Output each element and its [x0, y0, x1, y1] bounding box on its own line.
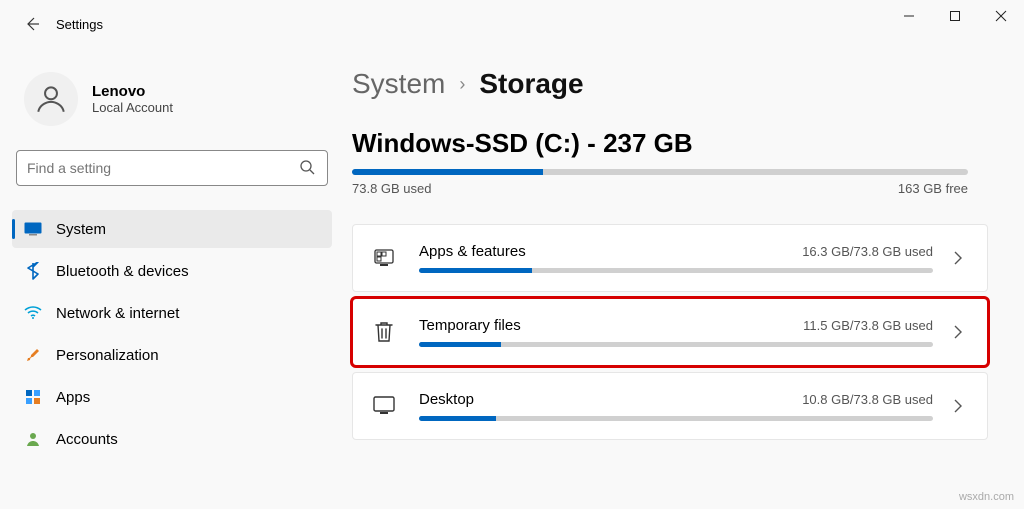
back-button[interactable]	[16, 8, 48, 40]
card-title: Desktop	[419, 391, 474, 408]
sidebar-item-label: Apps	[56, 389, 90, 406]
drive-usage-fill	[352, 169, 543, 175]
search-input[interactable]	[27, 160, 299, 176]
bluetooth-icon	[24, 262, 42, 280]
drive-title: Windows-SSD (C:) - 237 GB	[352, 128, 1000, 159]
sidebar-item-label: Network & internet	[56, 305, 179, 322]
chevron-right-icon: ›	[459, 74, 465, 95]
card-bar	[419, 342, 933, 347]
card-bar	[419, 268, 933, 273]
card-size: 11.5 GB/73.8 GB used	[803, 318, 933, 333]
avatar	[24, 72, 78, 126]
brush-icon	[24, 346, 42, 364]
sidebar: Lenovo Local Account System Bluetooth & …	[0, 48, 344, 509]
drive-usage-bar	[352, 169, 968, 175]
storage-categories: Apps & features 16.3 GB/73.8 GB used Tempo…	[352, 224, 988, 440]
user-name: Lenovo	[92, 83, 173, 100]
sidebar-item-label: Accounts	[56, 431, 118, 448]
drive-free-label: 163 GB free	[898, 181, 968, 196]
storage-card-temporary-files[interactable]: Temporary files 11.5 GB/73.8 GB used	[352, 298, 988, 366]
sidebar-item-label: System	[56, 221, 106, 238]
card-title: Temporary files	[419, 317, 521, 334]
sidebar-item-apps[interactable]: Apps	[12, 378, 332, 416]
wifi-icon	[24, 304, 42, 322]
system-icon	[24, 220, 42, 238]
drive-usage-labels: 73.8 GB used 163 GB free	[352, 181, 968, 196]
breadcrumb: System › Storage	[352, 68, 1000, 100]
storage-card-apps-features[interactable]: Apps & features 16.3 GB/73.8 GB used	[352, 224, 988, 292]
apps-icon	[24, 388, 42, 406]
sidebar-item-label: Personalization	[56, 347, 159, 364]
window-controls	[886, 0, 1024, 32]
sidebar-item-label: Bluetooth & devices	[56, 263, 189, 280]
accounts-icon	[24, 430, 42, 448]
trash-icon	[371, 319, 397, 345]
watermark: wsxdn.com	[959, 491, 1014, 503]
titlebar: Settings	[0, 0, 1024, 48]
minimize-button[interactable]	[886, 0, 932, 32]
main-panel: System › Storage Windows-SSD (C:) - 237 …	[344, 48, 1024, 509]
chevron-right-icon	[947, 251, 969, 265]
card-size: 10.8 GB/73.8 GB used	[802, 392, 933, 407]
window-title: Settings	[56, 17, 103, 32]
sidebar-item-network[interactable]: Network & internet	[12, 294, 332, 332]
breadcrumb-current: Storage	[479, 68, 583, 100]
card-bar	[419, 416, 933, 421]
chevron-right-icon	[947, 399, 969, 413]
user-sub: Local Account	[92, 100, 173, 115]
breadcrumb-parent[interactable]: System	[352, 68, 445, 100]
search-icon	[299, 159, 317, 177]
close-button[interactable]	[978, 0, 1024, 32]
card-size: 16.3 GB/73.8 GB used	[802, 244, 933, 259]
apps-grid-icon	[371, 245, 397, 271]
chevron-right-icon	[947, 325, 969, 339]
drive-used-label: 73.8 GB used	[352, 181, 432, 196]
sidebar-item-personalization[interactable]: Personalization	[12, 336, 332, 374]
storage-card-desktop[interactable]: Desktop 10.8 GB/73.8 GB used	[352, 372, 988, 440]
user-block[interactable]: Lenovo Local Account	[12, 64, 332, 146]
sidebar-item-bluetooth[interactable]: Bluetooth & devices	[12, 252, 332, 290]
card-title: Apps & features	[419, 243, 526, 260]
search-box[interactable]	[16, 150, 328, 186]
sidebar-item-system[interactable]: System	[12, 210, 332, 248]
maximize-button[interactable]	[932, 0, 978, 32]
sidebar-item-accounts[interactable]: Accounts	[12, 420, 332, 458]
desktop-icon	[371, 393, 397, 419]
